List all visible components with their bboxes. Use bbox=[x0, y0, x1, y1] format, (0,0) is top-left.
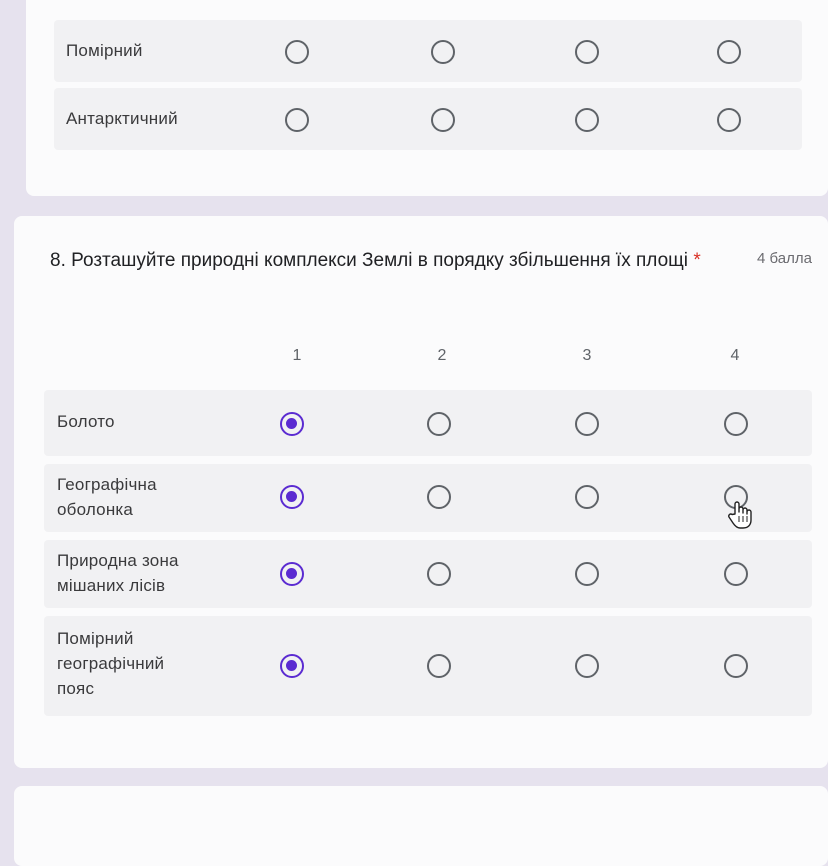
radio-antarktychnyi-col-1[interactable] bbox=[285, 108, 309, 132]
row-label-pomirnyi-poias: Помірний географічний пояс bbox=[57, 629, 165, 698]
radio-antarktychnyi-col-3[interactable] bbox=[575, 108, 599, 132]
radio-pomirnyi-col-2[interactable] bbox=[431, 40, 455, 64]
column-header-2: 2 bbox=[437, 347, 447, 364]
column-header-3: 3 bbox=[582, 347, 592, 364]
radio-heohrafichna-obolonka-col-3[interactable] bbox=[575, 485, 599, 509]
radio-pomirnyi-poias-col-4[interactable] bbox=[724, 654, 748, 678]
required-asterisk: * bbox=[693, 250, 701, 271]
radio-boloto-col-4[interactable] bbox=[724, 412, 748, 436]
next-question-card bbox=[14, 786, 828, 866]
radio-pomirnyi-col-4[interactable] bbox=[717, 40, 741, 64]
radio-antarktychnyi-col-2[interactable] bbox=[431, 108, 455, 132]
radio-heohrafichna-obolonka-col-2[interactable] bbox=[427, 485, 451, 509]
row-label-pomirnyi: Помірний bbox=[66, 41, 143, 60]
radio-pryrodna-zona-col-3[interactable] bbox=[575, 562, 599, 586]
question-title-text: 8. Розташуйте природні комплекси Землі в… bbox=[50, 250, 689, 271]
radio-antarktychnyi-col-4[interactable] bbox=[717, 108, 741, 132]
radio-pryrodna-zona-col-4[interactable] bbox=[724, 562, 748, 586]
radio-pomirnyi-poias-col-2[interactable] bbox=[427, 654, 451, 678]
question-title: 8. Розташуйте природні комплекси Землі в… bbox=[50, 246, 710, 276]
radio-boloto-col-3[interactable] bbox=[575, 412, 599, 436]
radio-pomirnyi-col-3[interactable] bbox=[575, 40, 599, 64]
radio-pryrodna-zona-col-2[interactable] bbox=[427, 562, 451, 586]
radio-pomirnyi-col-1[interactable] bbox=[285, 40, 309, 64]
radio-boloto-col-1[interactable] bbox=[280, 412, 304, 436]
radio-pomirnyi-poias-col-1[interactable] bbox=[280, 654, 304, 678]
radio-heohrafichna-obolonka-col-1[interactable] bbox=[280, 485, 304, 509]
row-label-boloto: Болото bbox=[57, 412, 115, 431]
question-points: 4 балла bbox=[757, 250, 812, 267]
row-label-antarktychnyi: Антарктичний bbox=[66, 109, 178, 128]
row-label-heohrafichna-obolonka: Географічна оболонка bbox=[57, 475, 157, 519]
column-header-1: 1 bbox=[292, 347, 302, 364]
radio-heohrafichna-obolonka-col-4[interactable] bbox=[724, 485, 748, 509]
radio-pomirnyi-poias-col-3[interactable] bbox=[575, 654, 599, 678]
column-header-4: 4 bbox=[730, 347, 740, 364]
grid-row-prev-1 bbox=[54, 20, 802, 82]
radio-pryrodna-zona-col-1[interactable] bbox=[280, 562, 304, 586]
row-label-pryrodna-zona: Природна зона мішаних лісів bbox=[57, 551, 179, 595]
radio-boloto-col-2[interactable] bbox=[427, 412, 451, 436]
